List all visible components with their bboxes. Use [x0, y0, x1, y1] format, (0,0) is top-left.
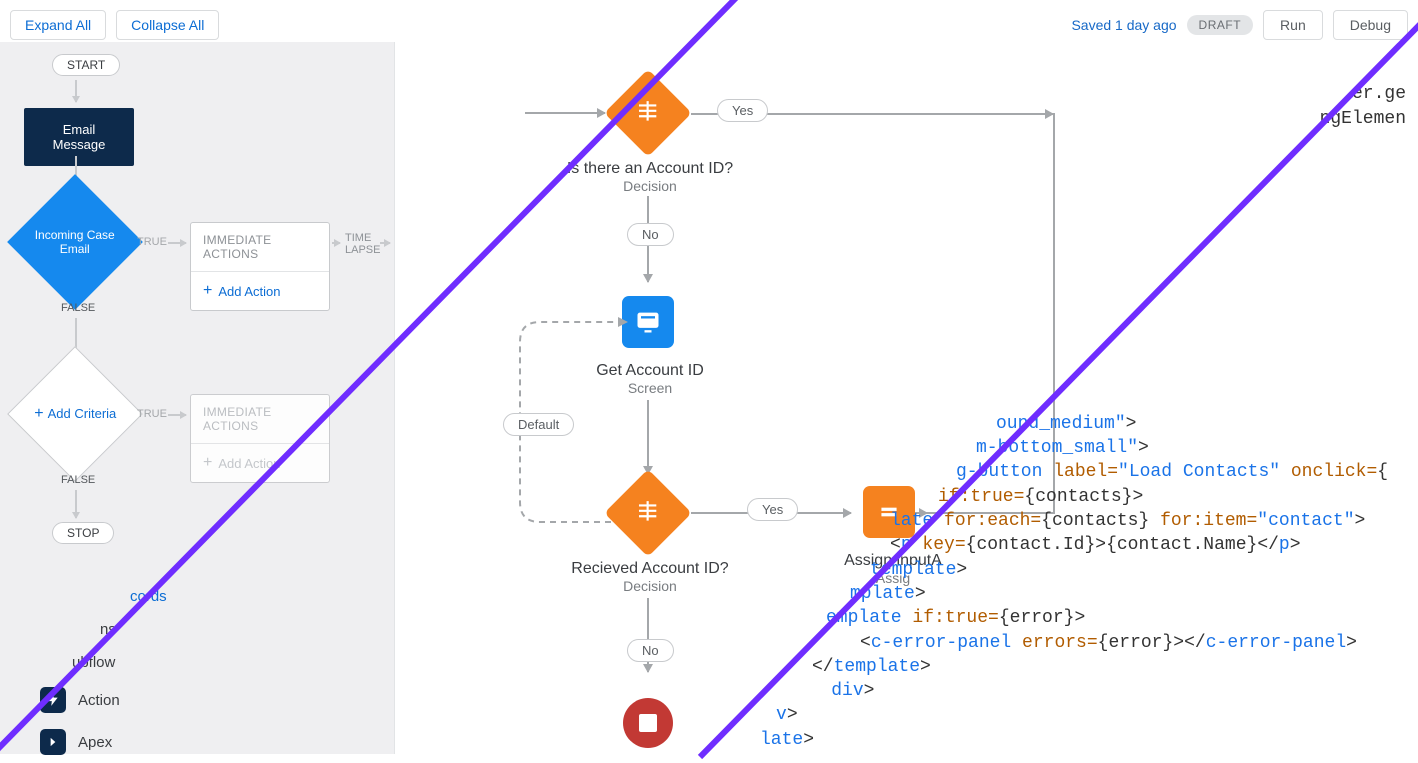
start-node: START — [52, 54, 120, 76]
add-action-button[interactable]: +Add Action — [191, 272, 329, 310]
card-header: IMMEDIATE ACTIONS — [191, 223, 329, 272]
arrow-icon — [647, 400, 649, 474]
yes-branch-pill: Yes — [717, 99, 768, 122]
false-label: FALSE — [61, 474, 95, 486]
expand-all-button[interactable]: Expand All — [10, 10, 106, 40]
saved-timestamp: Saved 1 day ago — [1071, 17, 1176, 33]
palette-records[interactable]: cords — [130, 580, 167, 613]
arrow-icon — [168, 242, 186, 244]
decision-node-account-id[interactable] — [617, 82, 679, 144]
node-subtitle: Decision — [555, 578, 745, 594]
decision-icon — [635, 498, 661, 524]
end-node[interactable] — [623, 698, 673, 748]
node-title: Is there an Account ID? — [545, 160, 755, 178]
debug-button[interactable]: Debug — [1333, 10, 1408, 40]
immediate-actions-card-1[interactable]: IMMEDIATE ACTIONS +Add Action — [190, 222, 330, 311]
default-branch-pill: Default — [503, 413, 574, 436]
palette-action[interactable]: Action — [40, 679, 167, 721]
immediate-actions-card-2: IMMEDIATE ACTIONS +Add Action — [190, 394, 330, 483]
code-fragment-top: er.ge ngElemen — [1320, 58, 1406, 131]
stop-node: STOP — [52, 522, 114, 544]
node-subtitle: Decision — [545, 178, 755, 194]
arrow-icon — [75, 490, 77, 518]
bolt-icon — [40, 687, 66, 713]
screen-icon — [634, 308, 662, 336]
chevron-right-icon — [40, 729, 66, 755]
trigger-node[interactable]: Email Message — [24, 108, 134, 166]
code-fragment-main: ound_medium"> m-bottom_small"> g-button … — [760, 412, 1418, 752]
criteria-node-1[interactable]: Incoming Case Email — [7, 174, 143, 310]
no-branch-pill: No — [627, 639, 674, 662]
arrow-icon — [168, 414, 186, 416]
palette-apex[interactable]: Apex — [40, 721, 167, 763]
decision-node-received-account[interactable] — [617, 482, 679, 544]
true-label: TRUE — [137, 408, 167, 420]
palette-subflow[interactable]: ubflow — [72, 646, 167, 679]
card-header: IMMEDIATE ACTIONS — [191, 395, 329, 444]
collapse-all-button[interactable]: Collapse All — [116, 10, 219, 40]
false-label: FALSE — [61, 302, 95, 314]
arrow-icon — [525, 112, 605, 114]
draft-badge: DRAFT — [1187, 15, 1254, 35]
arrow-icon — [380, 242, 390, 244]
decision-icon — [635, 98, 661, 124]
loop-connector — [500, 296, 630, 526]
node-title: Recieved Account ID? — [555, 560, 745, 578]
time-lapse-label: TIME LAPSE — [345, 232, 380, 256]
arrow-icon — [332, 242, 340, 244]
no-branch-pill: No — [627, 223, 674, 246]
arrow-icon — [75, 80, 77, 102]
palette-actions[interactable]: ns — [100, 613, 167, 646]
add-criteria-node[interactable]: +Add Criteria — [7, 346, 143, 482]
process-builder-panel: START Email Message Incoming Case Email … — [0, 42, 395, 754]
run-button[interactable]: Run — [1263, 10, 1323, 40]
stop-icon — [639, 714, 657, 732]
true-label: TRUE — [137, 236, 167, 248]
